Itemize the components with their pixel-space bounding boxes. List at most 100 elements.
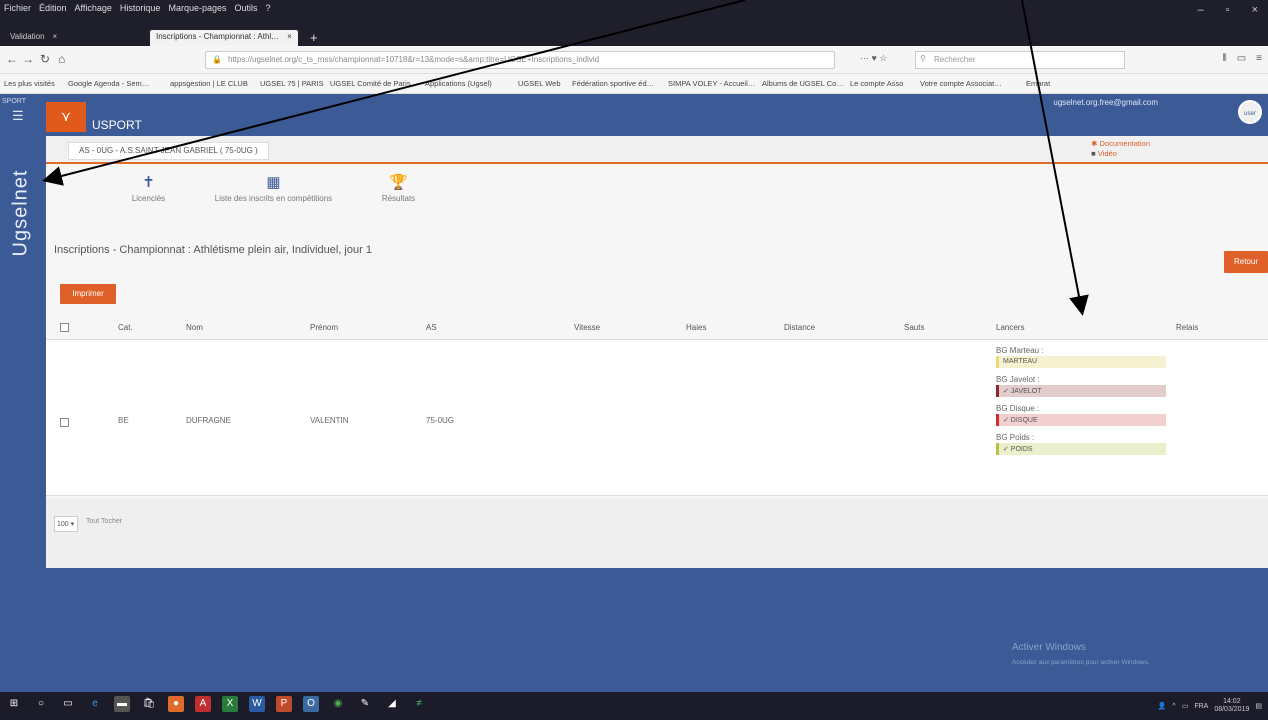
col-as[interactable]: AS bbox=[426, 323, 437, 332]
forward-icon[interactable]: → bbox=[22, 52, 34, 66]
col-distance[interactable]: Distance bbox=[784, 323, 815, 332]
search-icon[interactable]: ○ bbox=[33, 696, 49, 712]
bookmark-item[interactable]: UGSEL 75 | PARIS bbox=[260, 79, 324, 88]
firefox-icon[interactable]: ● bbox=[168, 696, 184, 712]
network-icon[interactable]: ▭ bbox=[1182, 702, 1189, 710]
bookmark-item[interactable]: appsgestion | LE CLUB bbox=[170, 79, 248, 88]
app-icon[interactable]: ≠ bbox=[411, 696, 427, 712]
reload-icon[interactable]: ↻ bbox=[40, 52, 50, 66]
tray-chevron-icon[interactable]: ^ bbox=[1172, 703, 1175, 710]
word-icon[interactable]: W bbox=[249, 696, 265, 712]
lang-indicator[interactable]: FRA bbox=[1194, 703, 1208, 710]
tab-inscriptions[interactable]: Inscriptions - Championnat : Athl… × bbox=[150, 30, 298, 46]
bookmark-item[interactable]: Applications (Ugsel) bbox=[425, 79, 492, 88]
lancer-pill[interactable]: ✓ POIDS bbox=[996, 443, 1166, 455]
watermark-subtitle: Accédez aux paramètres pour activer Wind… bbox=[1012, 659, 1150, 666]
retour-button[interactable]: Retour bbox=[1224, 251, 1268, 273]
tab-validation[interactable]: Validation × bbox=[4, 30, 63, 46]
select-all-checkbox[interactable] bbox=[60, 323, 69, 332]
ugselnet-vertical-label: Ugselnet bbox=[9, 169, 32, 257]
imprimer-button[interactable]: Imprimer bbox=[60, 284, 116, 304]
app-icon[interactable]: ✎ bbox=[357, 696, 373, 712]
tab-label: Inscriptions - Championnat : Athl… bbox=[156, 32, 280, 41]
cell-cat: BE bbox=[118, 416, 129, 425]
lock-icon: 🔒 bbox=[212, 55, 222, 64]
minimize-icon[interactable]: – bbox=[1198, 4, 1204, 16]
lancer-pill[interactable]: ✓ JAVELOT bbox=[996, 385, 1166, 397]
avatar[interactable]: user bbox=[1238, 100, 1262, 124]
bookmark-item[interactable]: Les plus visités bbox=[4, 79, 55, 88]
new-tab-icon[interactable]: + bbox=[310, 30, 318, 45]
breadcrumb[interactable]: AS - 0UG - A.S.SAINT JEAN GABRIEL ( 75-0… bbox=[68, 142, 269, 160]
calendar-icon: ▦ bbox=[266, 174, 281, 191]
lancer-pill[interactable]: ✓ DISQUE bbox=[996, 414, 1166, 426]
close-icon[interactable]: × bbox=[1252, 4, 1258, 16]
app-icon[interactable]: ◢ bbox=[384, 696, 400, 712]
perpage-select[interactable]: 100 ▾ bbox=[54, 516, 78, 532]
bookmark-item[interactable]: UGSEL Comité de Paris bbox=[330, 79, 411, 88]
row-checkbox[interactable] bbox=[60, 418, 69, 427]
library-icon[interactable]: ⫴ bbox=[1223, 53, 1227, 64]
menu-outils[interactable]: Outils bbox=[235, 3, 258, 13]
chrome-icon[interactable]: ◉ bbox=[330, 696, 346, 712]
menu-icon[interactable]: ≡ bbox=[1256, 53, 1262, 64]
menu-marque-pages[interactable]: Marque-pages bbox=[168, 3, 226, 13]
trophy-icon: 🏆 bbox=[389, 174, 408, 191]
search-input[interactable]: ⚲ Rechercher bbox=[915, 51, 1125, 69]
col-nom[interactable]: Nom bbox=[186, 323, 203, 332]
bookmark-item[interactable]: UGSEL Web bbox=[518, 79, 561, 88]
bookmark-item[interactable]: Fédération sportive éd… bbox=[572, 79, 654, 88]
home-icon[interactable]: ⌂ bbox=[58, 52, 65, 66]
outlook-icon[interactable]: O bbox=[303, 696, 319, 712]
col-relais[interactable]: Relais bbox=[1176, 323, 1198, 332]
maximize-icon[interactable]: ▫ bbox=[1226, 4, 1230, 16]
col-sauts[interactable]: Sauts bbox=[904, 323, 924, 332]
table-header: Cat. Nom Prénom AS Vitesse Haies Distanc… bbox=[46, 316, 1268, 340]
menu-aide[interactable]: ? bbox=[266, 3, 271, 13]
hamburger-icon[interactable]: ☰ bbox=[12, 108, 24, 124]
col-prenom[interactable]: Prénom bbox=[310, 323, 338, 332]
app-icon[interactable]: ▬ bbox=[114, 696, 130, 712]
task-view-icon[interactable]: ▭ bbox=[60, 696, 76, 712]
quicklink-resultats[interactable]: 🏆 Résultats bbox=[336, 174, 461, 204]
powerpoint-icon[interactable]: P bbox=[276, 696, 292, 712]
col-cat[interactable]: Cat. bbox=[118, 323, 133, 332]
page-actions-icon[interactable]: ··· ♥ ☆ bbox=[860, 53, 887, 64]
menu-historique[interactable]: Historique bbox=[120, 3, 161, 13]
lancer-pill[interactable]: MARTEAU bbox=[996, 356, 1166, 368]
video-label: Vidéo bbox=[1097, 149, 1117, 158]
system-tray: 👤 ^ ▭ FRA 14:02 08/03/2019 ▤ bbox=[1158, 698, 1262, 714]
video-link[interactable]: ■ Vidéo bbox=[1091, 149, 1150, 159]
close-tab-icon[interactable]: × bbox=[287, 32, 292, 41]
menu-edition[interactable]: Édition bbox=[39, 3, 67, 13]
edge-icon[interactable]: e bbox=[87, 696, 103, 712]
bookmark-item[interactable]: SIMPA VOLEY - Accueil… bbox=[668, 79, 755, 88]
quicklink-inscrits[interactable]: ▦ Liste des inscrits en compétitions bbox=[211, 174, 336, 204]
bookmark-item[interactable]: Google Agenda - Sem… bbox=[68, 79, 149, 88]
bookmark-item[interactable]: Votre compte Associat… bbox=[920, 79, 1002, 88]
menu-affichage[interactable]: Affichage bbox=[75, 3, 112, 13]
documentation-link[interactable]: ✱ Documentation bbox=[1091, 139, 1150, 149]
menu-fichier[interactable]: Fichier bbox=[4, 3, 31, 13]
windows-start-icon[interactable]: ⊞ bbox=[6, 696, 22, 712]
back-icon[interactable]: ← bbox=[6, 52, 18, 66]
people-icon[interactable]: 👤 bbox=[1158, 702, 1167, 710]
col-haies[interactable]: Haies bbox=[686, 323, 706, 332]
bookmark-item[interactable]: Albums de UGSEL Co… bbox=[762, 79, 844, 88]
col-lancers[interactable]: Lancers bbox=[996, 323, 1024, 332]
acrobat-icon[interactable]: A bbox=[195, 696, 211, 712]
col-vitesse[interactable]: Vitesse bbox=[574, 323, 600, 332]
store-icon[interactable]: 🛍 bbox=[141, 696, 157, 712]
sidebar-toggle-icon[interactable]: ▭ bbox=[1237, 53, 1246, 64]
clock-time: 14:02 bbox=[1223, 698, 1241, 705]
excel-icon[interactable]: X bbox=[222, 696, 238, 712]
clock[interactable]: 14:02 08/03/2019 bbox=[1214, 698, 1249, 714]
url-bar[interactable]: 🔒 https://ugselnet.org/c_ts_rnss/champio… bbox=[205, 51, 835, 69]
quicklink-licencies[interactable]: ✝ Licenciés bbox=[86, 175, 211, 204]
select-all-link[interactable]: Tout Tocher bbox=[86, 518, 122, 525]
bookmark-item[interactable]: Le compte Asso bbox=[850, 79, 903, 88]
doc-links: ✱ Documentation ■ Vidéo bbox=[1091, 139, 1150, 159]
notification-icon[interactable]: ▤ bbox=[1255, 702, 1262, 710]
bookmark-item[interactable]: Emarat bbox=[1026, 79, 1050, 88]
close-tab-icon[interactable]: × bbox=[53, 32, 58, 41]
